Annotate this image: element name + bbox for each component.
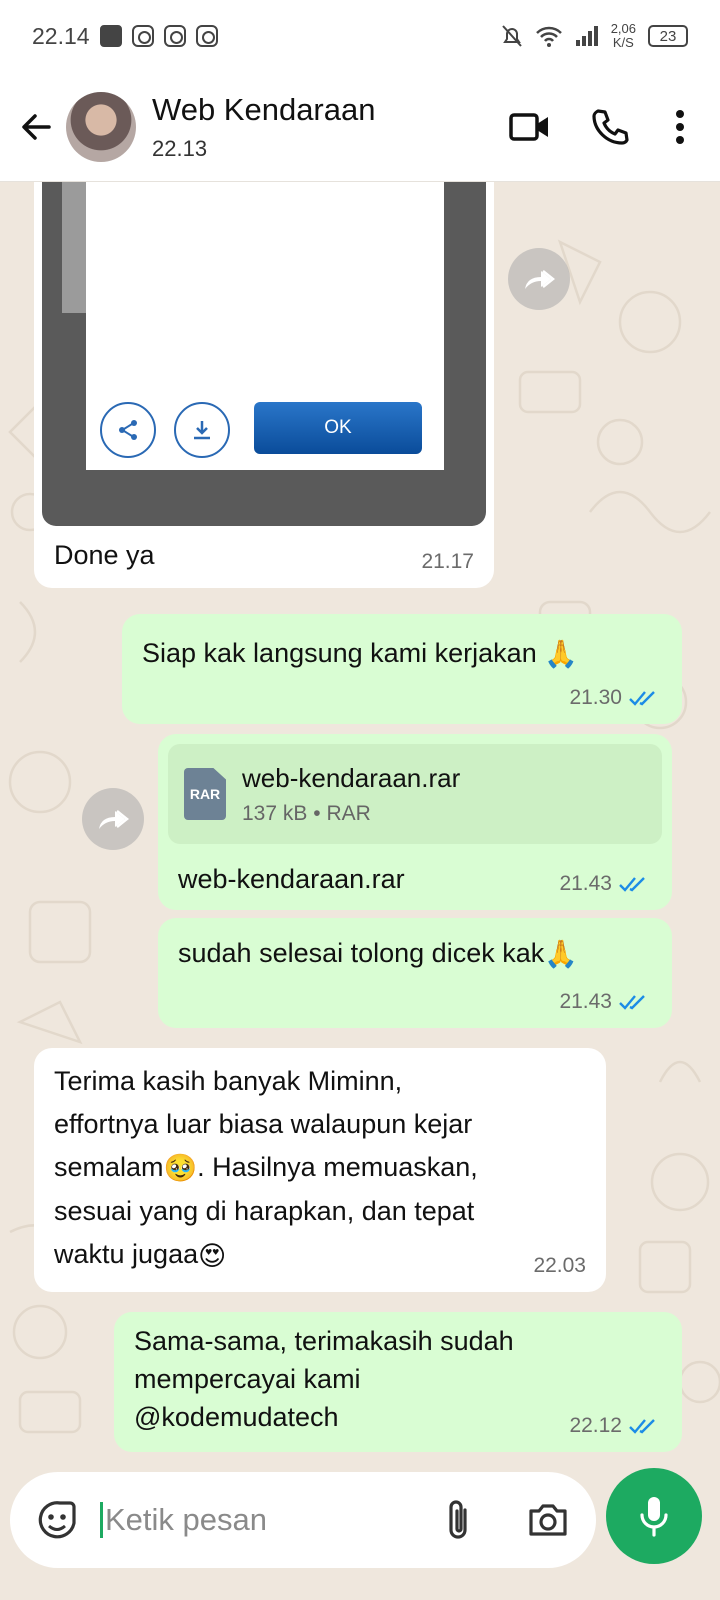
file-attachment[interactable]: RAR web-kendaraan.rar 137 kB • RAR: [168, 744, 662, 844]
message-line: semalam: [54, 1152, 164, 1182]
video-call-icon: [509, 112, 548, 141]
battery-indicator: 23: [648, 25, 688, 47]
chat-area[interactable]: OK Done ya 21.17 Siap kak langsung kami …: [0, 182, 720, 1460]
attach-button[interactable]: [434, 1496, 482, 1544]
folded-hands-emoji: 🙏: [544, 639, 578, 670]
message-line: sesuai yang di harapkan, dan tepat: [54, 1196, 475, 1227]
forward-icon: [525, 270, 556, 289]
back-arrow-icon: [22, 113, 51, 140]
voice-message-button[interactable]: [606, 1468, 702, 1564]
forward-button[interactable]: [82, 788, 144, 850]
download-icon: [174, 402, 230, 458]
message-time: 21.43: [559, 990, 652, 1014]
emoji-sticker-icon: [38, 1501, 76, 1539]
read-receipt-icon: [629, 1419, 655, 1434]
read-receipt-icon: [629, 691, 655, 706]
contact-name: Web Kendaraan: [152, 91, 376, 127]
rar-file-icon: RAR: [184, 768, 226, 820]
signal-icon: [575, 26, 598, 46]
voice-call-icon: [592, 108, 629, 145]
status-bar: 22.14 2,06 K/S 23: [0, 0, 720, 72]
network-speed-unit: K/S: [612, 35, 634, 50]
file-meta-separator: •: [313, 801, 321, 825]
message-line: Sama-sama, terimakasih sudah: [134, 1326, 514, 1356]
instagram-notification-icon: [163, 25, 186, 47]
more-options-button[interactable]: [660, 97, 700, 157]
instagram-notification-icon: [131, 25, 154, 47]
contact-info[interactable]: Web Kendaraan 22.13: [152, 92, 375, 162]
video-call-button[interactable]: [500, 97, 560, 157]
forward-icon: [99, 810, 130, 829]
message-bubble[interactable]: Siap kak langsung kami kerjakan 🙏 21.30: [122, 614, 682, 724]
image-ok-button: OK: [254, 402, 422, 454]
image-thumbnail[interactable]: OK: [42, 182, 486, 526]
message-line: mempercayai kami: [134, 1364, 361, 1394]
message-time-label: 21.43: [559, 872, 612, 895]
message-composer: [10, 1472, 596, 1568]
file-name: web-kendaraan.rar: [242, 762, 461, 793]
message-time-label: 22.03: [533, 1254, 586, 1277]
contact-avatar[interactable]: [66, 91, 136, 162]
message-time: 22.03: [533, 1254, 586, 1278]
message-line: effortnya luar biasa walaupun kejar: [54, 1109, 473, 1139]
message-bubble[interactable]: Sama-sama, terimakasih sudah mempercayai…: [114, 1312, 682, 1452]
network-speed-value: 2,06: [610, 21, 636, 36]
back-button[interactable]: [10, 100, 64, 154]
message-time: 22.12: [569, 1414, 662, 1438]
message-bubble[interactable]: sudah selesai tolong dicek kak🙏 21.43: [158, 918, 672, 1028]
battery-level: 23: [659, 27, 677, 45]
message-time-label: 21.17: [421, 550, 474, 573]
share-icon: [100, 402, 156, 458]
file-type: RAR: [326, 801, 371, 825]
message-text: sudah selesai tolong dicek kak: [178, 938, 545, 968]
message-image-bubble[interactable]: OK Done ya 21.17: [34, 182, 494, 588]
chat-header: Web Kendaraan 22.13: [0, 72, 720, 182]
read-receipt-icon: [619, 877, 645, 892]
voice-call-button[interactable]: [580, 97, 640, 157]
wifi-icon: [535, 26, 562, 47]
mic-icon: [640, 1497, 668, 1537]
message-line: Terima kasih banyak Miminn,: [54, 1066, 403, 1096]
forward-button[interactable]: [508, 248, 570, 310]
message-caption: Done ya: [54, 540, 155, 570]
message-time-label: 22.12: [569, 1414, 622, 1437]
message-line: waktu jugaa: [54, 1239, 199, 1270]
heart-eyes-emoji: 😍: [198, 1240, 227, 1271]
attach-icon: [449, 1500, 467, 1539]
instagram-notification-icon: [195, 25, 218, 47]
file-size: 137 kB: [242, 801, 308, 825]
message-line: @kodemudatech: [134, 1402, 339, 1432]
pleading-face-emoji: 🥹: [163, 1153, 198, 1184]
message-text: Siap kak langsung kami kerjakan: [142, 638, 537, 668]
message-caption: web-kendaraan.rar: [178, 864, 405, 894]
message-time: 21.17: [421, 550, 474, 574]
status-time: 22.14: [32, 22, 90, 49]
read-receipt-icon: [619, 995, 645, 1010]
camera-button[interactable]: [522, 1494, 574, 1546]
message-time-label: 21.43: [559, 990, 612, 1013]
camera-icon: [529, 1504, 567, 1536]
mute-bell-icon: [501, 25, 522, 47]
message-time: 21.43: [559, 872, 652, 896]
last-seen: 22.13: [152, 135, 208, 161]
network-speed: 2,06 K/S: [611, 22, 636, 50]
shopee-notification-icon: [99, 25, 122, 47]
emoji-button[interactable]: [32, 1495, 82, 1545]
file-meta: 137 kB • RAR: [242, 802, 460, 826]
composer-bar: [0, 1460, 720, 1600]
message-time-label: 21.30: [569, 686, 622, 709]
message-line: . Hasilnya memuaskan,: [197, 1152, 478, 1182]
more-vert-icon: [676, 109, 684, 144]
file-icon-label: RAR: [189, 786, 221, 802]
message-input[interactable]: [100, 1502, 420, 1538]
folded-hands-emoji: 🙏: [544, 939, 578, 970]
message-time: 21.30: [569, 686, 662, 710]
message-file-bubble[interactable]: RAR web-kendaraan.rar 137 kB • RAR web-k…: [158, 734, 672, 910]
image-ok-label: OK: [324, 417, 352, 438]
message-bubble[interactable]: Terima kasih banyak Miminn, effortnya lu…: [34, 1048, 606, 1292]
